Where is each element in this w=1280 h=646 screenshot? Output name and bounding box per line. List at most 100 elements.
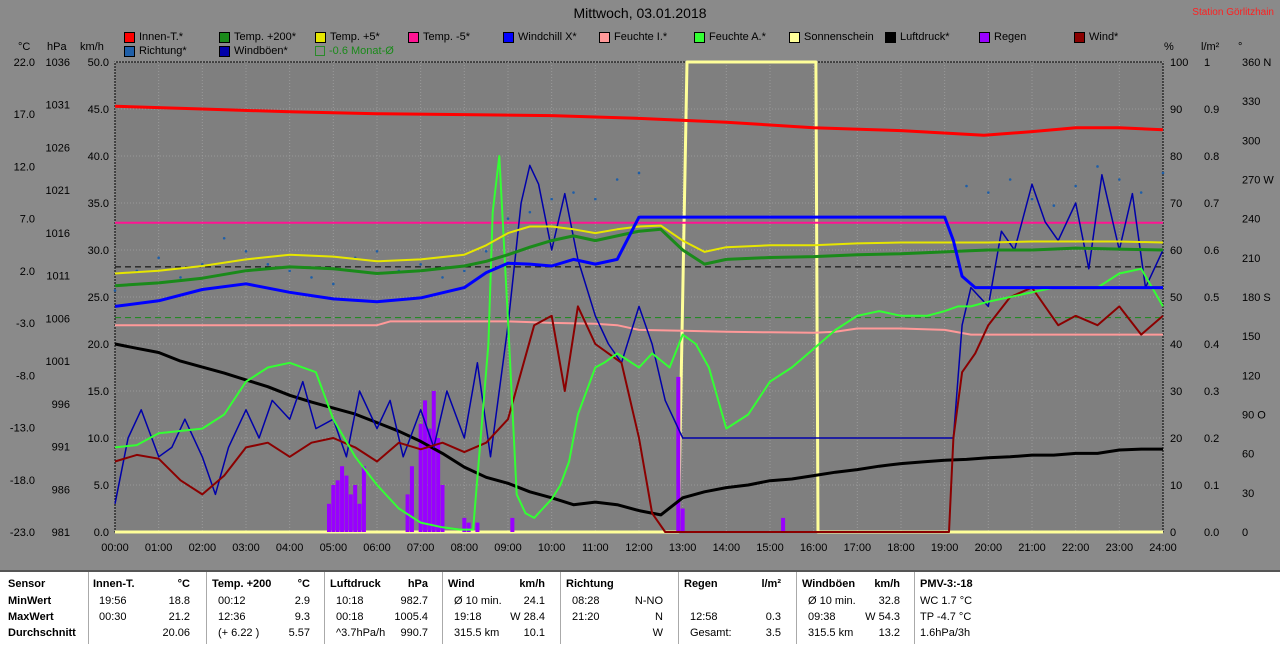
legend-label: Windchill X* xyxy=(518,31,577,43)
legend-swatch xyxy=(124,31,135,43)
x-tick-label: 22:00 xyxy=(1062,542,1090,554)
x-tick-label: 16:00 xyxy=(800,542,828,554)
wind-axis-tick: 0.0 xyxy=(94,527,109,539)
rain-axis-tick: 1 xyxy=(1204,57,1210,69)
bar-regen xyxy=(340,466,345,532)
chart-area: 00:00 01:00 02:00 03:00 04:00 05:00 06:00 07:00… xyxy=(0,0,1280,570)
direction-axis-tick: 240 xyxy=(1242,214,1260,226)
x-tick-label: 06:00 xyxy=(363,542,391,554)
stat-cell: 0.3 xyxy=(765,611,781,623)
legend-item: Sonnenschein xyxy=(789,31,874,43)
temp-axis-tick: -8.0 xyxy=(16,370,35,382)
legend-item: Wind* xyxy=(1074,31,1118,43)
humidity-axis-tick: 90 xyxy=(1170,104,1182,116)
legend-swatch xyxy=(315,31,326,43)
stat-cell: l/m² xyxy=(761,578,781,590)
point-richtung xyxy=(1008,178,1012,181)
point-richtung xyxy=(528,210,532,214)
pressure-axis-tick: 996 xyxy=(52,399,70,411)
humidity-axis-tick: 20 xyxy=(1170,433,1182,445)
humidity-axis-tick: 0 xyxy=(1170,527,1176,539)
x-tick-label: 10:00 xyxy=(538,542,566,554)
wind-axis-tick: 15.0 xyxy=(88,386,109,398)
direction-axis-tick: 210 xyxy=(1242,253,1260,265)
point-richtung xyxy=(1074,184,1077,188)
stat-cell: TP -4.7 °C xyxy=(920,611,972,623)
temp-axis-tick: -23.0 xyxy=(10,527,35,539)
unit-temp: °C xyxy=(18,41,31,53)
x-tick-label: 11:00 xyxy=(582,542,609,554)
point-richtung xyxy=(419,263,422,266)
rain-axis-tick: 0.8 xyxy=(1204,151,1219,163)
point-richtung xyxy=(506,217,510,220)
legend-swatch xyxy=(599,31,610,43)
point-richtung xyxy=(1096,165,1099,168)
point-richtung xyxy=(615,178,619,181)
stat-cell: 10.1 xyxy=(523,627,545,639)
rain-axis-tick: 0.4 xyxy=(1204,339,1219,351)
bar-regen xyxy=(361,466,366,532)
stat-cell: Durchschnitt xyxy=(8,627,76,639)
wind-axis-tick: 35.0 xyxy=(88,198,109,210)
table-divider xyxy=(206,572,207,644)
bar-regen xyxy=(781,517,786,532)
point-richtung xyxy=(594,197,597,201)
legend-swatch xyxy=(408,31,419,43)
x-tick-label: 03:00 xyxy=(232,542,260,554)
x-tick-label: 12:00 xyxy=(625,542,653,554)
direction-axis-tick: 180 S xyxy=(1242,292,1271,304)
bar-regen xyxy=(676,376,681,532)
x-tick-label: 13:00 xyxy=(669,542,697,554)
stat-cell: 5.57 xyxy=(288,627,310,639)
bar-regen xyxy=(353,485,358,532)
legend-item: Richtung* xyxy=(124,45,187,57)
point-richtung xyxy=(288,269,291,273)
wind-axis-tick: 10.0 xyxy=(88,433,109,445)
legend-item: Feuchte A.* xyxy=(694,31,766,43)
table-divider xyxy=(796,572,797,644)
legend-swatch xyxy=(124,45,135,57)
stat-cell: km/h xyxy=(874,578,900,590)
legend-swatch xyxy=(1074,31,1085,43)
legend-label: Richtung* xyxy=(139,45,187,57)
temp-axis-tick: 17.0 xyxy=(14,109,35,121)
rain-axis-tick: 0.1 xyxy=(1204,480,1219,492)
x-tick-label: 09:00 xyxy=(494,542,522,554)
direction-axis-tick: 0 xyxy=(1242,527,1248,539)
x-tick-label: 05:00 xyxy=(320,542,348,554)
temp-axis-tick: 2.0 xyxy=(20,266,35,278)
x-tick-label: 00:00 xyxy=(101,542,129,554)
unit-pressure: hPa xyxy=(47,41,67,53)
station-name: Station Görlitzhain xyxy=(1192,7,1274,18)
stat-cell: Innen-T. xyxy=(93,578,135,590)
statistics-table: Sensor MinWert MaxWert Durchschnitt Innen-T.… xyxy=(0,570,1280,646)
point-richtung xyxy=(484,250,488,253)
legend-item: Temp. +5* xyxy=(315,31,380,43)
rain-axis-tick: 0.6 xyxy=(1204,245,1219,257)
rain-axis-tick: 0.9 xyxy=(1204,104,1219,116)
legend-item: Windböen* xyxy=(219,45,288,57)
legend-swatch xyxy=(503,31,514,43)
bar-regen xyxy=(331,485,336,532)
stat-cell: 24.1 xyxy=(523,595,545,607)
legend-swatch xyxy=(219,45,230,57)
x-tick-label: 23:00 xyxy=(1106,542,1134,554)
bar-regen xyxy=(475,522,480,532)
direction-axis-tick: 90 O xyxy=(1242,410,1266,422)
stat-cell: 9.3 xyxy=(294,611,310,623)
table-divider xyxy=(678,572,679,644)
temp-axis-tick: 7.0 xyxy=(20,214,35,226)
legend-swatch xyxy=(315,46,325,56)
pressure-axis-tick: 981 xyxy=(52,527,70,539)
x-tick-label: 20:00 xyxy=(975,542,1003,554)
legend-item: Temp. -5* xyxy=(408,31,470,43)
legend-label: Temp. -5* xyxy=(423,31,471,43)
stat-cell: 21.2 xyxy=(168,611,190,623)
table-divider xyxy=(88,572,89,644)
point-richtung xyxy=(463,269,466,273)
rain-axis-tick: 0.7 xyxy=(1204,198,1219,210)
pressure-axis-tick: 1031 xyxy=(46,100,70,112)
legend-item: Innen-T.* xyxy=(124,31,183,43)
point-richtung xyxy=(1139,191,1143,194)
x-tick-label: 02:00 xyxy=(189,542,217,554)
